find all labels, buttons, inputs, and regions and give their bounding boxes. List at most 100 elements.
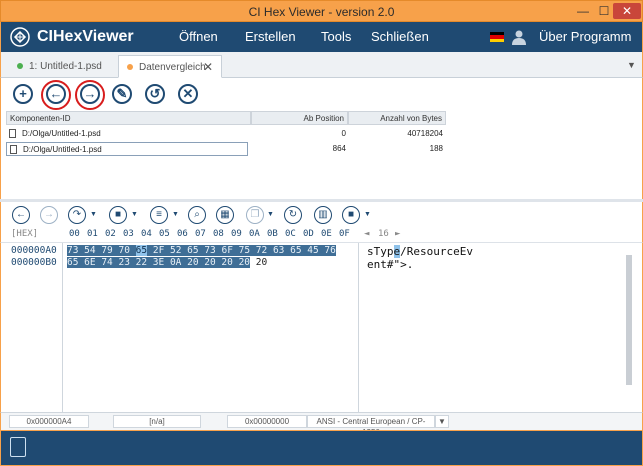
comparison-toolbar: + ← → ✎ ↺ ✕ <box>0 78 643 111</box>
add-button[interactable]: + <box>13 84 33 104</box>
column-offset: 04 <box>141 229 152 239</box>
menu-oeffnen[interactable]: Öffnen <box>179 29 218 44</box>
address-label: 000000A0 <box>11 245 57 256</box>
column-offset: 0C <box>285 229 296 239</box>
hex-bytes-column[interactable]: 73 54 79 70 65 2F 52 65 73 6F 75 72 63 6… <box>63 243 359 413</box>
menu-erstellen[interactable]: Erstellen <box>245 29 296 44</box>
encoding-select[interactable]: ANSI - Central European / CP-1250 <box>307 415 435 437</box>
search-button[interactable]: ⌕ <box>188 206 206 224</box>
list-button[interactable]: ≡ <box>150 206 168 224</box>
close-window-button[interactable]: ✕ <box>613 3 641 19</box>
status-bar: 0x000000A4 [n/a] 0x00000000 ANSI - Centr… <box>0 412 643 437</box>
row-id: D:/Olga/Untitled-1.psd <box>23 145 102 154</box>
chevron-down-icon[interactable]: ▼ <box>364 211 371 218</box>
row-position: 0 <box>341 129 346 138</box>
column-offset: 08 <box>213 229 224 239</box>
redo-button[interactable]: ↷ <box>68 206 86 224</box>
tab-label: Datenvergleich <box>139 62 206 73</box>
tab-untitled[interactable]: 1: Untitled-1.psd <box>9 55 117 78</box>
chevron-down-icon[interactable]: ▼ <box>90 211 97 218</box>
page-next-icon[interactable]: ► <box>395 229 400 239</box>
minimize-button[interactable]: — <box>574 3 592 19</box>
tab-bar: 1: Untitled-1.psd Datenvergleich ✕ ▼ <box>0 52 643 78</box>
row-bytes: 188 <box>429 144 443 153</box>
hex-byte[interactable]: 20 <box>256 257 267 268</box>
menu-about[interactable]: Über Programm <box>539 29 631 44</box>
hex-line[interactable]: 73 54 79 70 65 2F 52 65 73 6F 75 72 63 6… <box>67 245 336 256</box>
edit-button[interactable]: ✎ <box>112 84 132 104</box>
page-prev-icon[interactable]: ◄ <box>364 229 369 239</box>
panel-toggle-button[interactable]: ▥ <box>314 206 332 224</box>
row-id: D:/Olga/Untitled-1.psd <box>22 129 101 138</box>
file-icon <box>9 129 16 138</box>
hex-cursor-byte[interactable]: 65 <box>135 245 148 256</box>
column-offset: 0D <box>303 229 314 239</box>
table-row-selected[interactable]: D:/Olga/Untitled-1.psd <box>6 142 248 156</box>
tab-status-dot-icon <box>17 63 23 70</box>
window-title: CI Hex Viewer - version 2.0 <box>248 5 395 19</box>
column-header-id[interactable]: Komponenten-ID <box>6 111 251 125</box>
hex-selection[interactable]: 65 6E 74 23 22 3E 0A 20 20 20 20 <box>67 257 251 268</box>
table-row[interactable]: D:/Olga/Untitled-1.psd 0 40718204 <box>6 127 446 141</box>
column-offset: 03 <box>123 229 134 239</box>
app-logo-icon <box>10 27 30 47</box>
text-segment: /ResourceEv <box>400 245 473 258</box>
grid-view-button[interactable]: ▦ <box>216 206 234 224</box>
tab-dropdown-icon[interactable]: ▼ <box>627 60 636 70</box>
chevron-down-icon[interactable]: ▼ <box>131 211 138 218</box>
column-header-position[interactable]: Ab Position <box>251 111 348 125</box>
text-line[interactable]: sType/ResourceEv <box>367 245 473 258</box>
components-table: Komponenten-ID Ab Position Anzahl von By… <box>0 111 643 199</box>
column-offset: 07 <box>195 229 206 239</box>
menu-bar: CIHexViewer Öffnen Erstellen Tools Schli… <box>0 22 643 52</box>
bookmark-button[interactable]: ■ <box>109 206 127 224</box>
hex-selection[interactable]: 2F 52 65 73 6F 75 72 63 65 45 76 <box>152 245 336 256</box>
language-flag-icon[interactable] <box>490 32 504 42</box>
column-header-bytes[interactable]: Anzahl von Bytes <box>348 111 446 125</box>
text-line[interactable]: ent#">. <box>367 258 413 271</box>
column-offset: 02 <box>105 229 116 239</box>
column-offset: 0A <box>249 229 260 239</box>
page-number: 16 <box>378 229 389 239</box>
scrollbar-thumb[interactable] <box>626 255 632 385</box>
column-offset: 09 <box>231 229 242 239</box>
back-button[interactable]: ← <box>46 84 66 104</box>
menu-tools[interactable]: Tools <box>321 29 351 44</box>
tab-datenvergleich[interactable]: Datenvergleich ✕ <box>118 55 222 78</box>
chevron-down-icon[interactable]: ▼ <box>267 211 274 218</box>
menu-schliessen[interactable]: Schließen <box>371 29 429 44</box>
address-label: 000000B0 <box>11 257 57 268</box>
hex-column-header: [HEX] 00 01 02 03 04 05 06 07 08 09 0A 0… <box>0 228 643 242</box>
app-name: CIHexViewer <box>37 28 134 45</box>
chevron-down-icon[interactable]: ▼ <box>435 415 449 428</box>
chevron-down-icon[interactable]: ▼ <box>172 211 179 218</box>
tab-status-dot-icon <box>127 64 133 71</box>
hex-back-button[interactable]: ← <box>12 206 30 224</box>
hex-line[interactable]: 65 6E 74 23 22 3E 0A 20 20 20 20 20 <box>67 257 267 268</box>
maximize-button[interactable]: ☐ <box>595 3 613 19</box>
column-offset: 0B <box>267 229 278 239</box>
hex-selection[interactable]: 73 54 79 70 <box>67 245 130 256</box>
column-offset: 01 <box>87 229 98 239</box>
column-offset: 0E <box>321 229 332 239</box>
row-position: 864 <box>332 144 346 153</box>
hex-view[interactable]: 000000A0 000000B0 73 54 79 70 65 2F 52 6… <box>0 242 643 413</box>
panel-icon[interactable] <box>10 437 26 457</box>
forward-button[interactable]: → <box>80 84 100 104</box>
undo-button[interactable]: ↺ <box>145 84 165 104</box>
save-button[interactable]: ■ <box>342 206 360 224</box>
tab-label: 1: Untitled-1.psd <box>29 61 102 72</box>
hex-forward-button[interactable]: → <box>40 206 58 224</box>
copy-button[interactable]: ❐ <box>246 206 264 224</box>
remove-button[interactable]: ✕ <box>178 84 198 104</box>
address-column: 000000A0 000000B0 <box>1 243 63 413</box>
column-offset: 00 <box>69 229 80 239</box>
hex-toolbar: ← → ↷ ▼ ■ ▼ ≡ ▼ ⌕ ▦ ❐ ▼ ↻ ▥ ■ ▼ <box>0 202 643 228</box>
vertical-scrollbar[interactable] <box>625 245 633 407</box>
tab-close-icon[interactable]: ✕ <box>203 60 213 74</box>
table-row-values[interactable]: 864 188 <box>248 142 446 156</box>
refresh-button[interactable]: ↻ <box>284 206 302 224</box>
user-icon[interactable] <box>512 29 526 45</box>
status-offset: 0x000000A4 <box>9 415 89 428</box>
text-segment: sTyp <box>367 245 394 258</box>
